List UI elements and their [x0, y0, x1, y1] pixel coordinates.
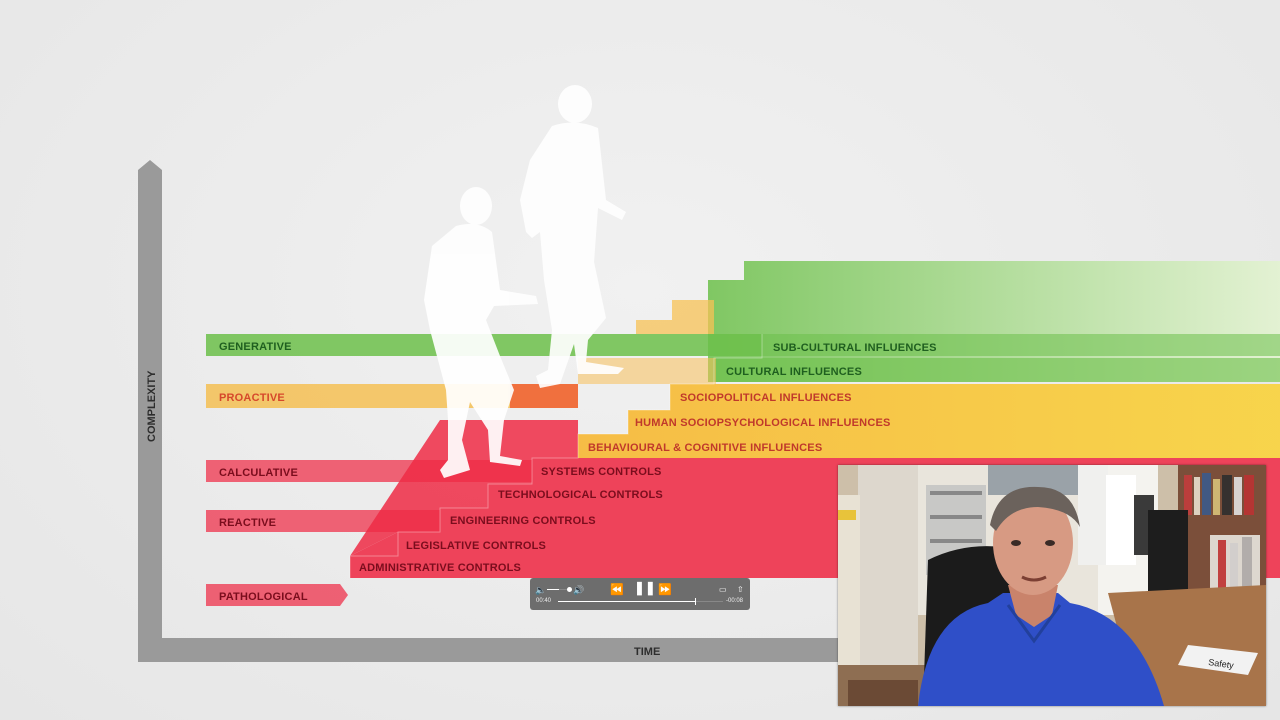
level-label-proactive: PROACTIVE: [219, 392, 285, 404]
step-label-legislative: LEGISLATIVE CONTROLS: [406, 540, 546, 552]
volume-slider-knob[interactable]: [567, 587, 572, 592]
webcam-scene: Safety: [838, 465, 1266, 706]
woman-head: [460, 187, 492, 225]
webcam-overlay: Safety: [838, 465, 1266, 706]
progress-playhead[interactable]: [694, 598, 696, 605]
orange-step: [510, 384, 578, 408]
elapsed-time: 00:40: [536, 598, 552, 604]
level-label-calculative: CALCULATIVE: [219, 467, 298, 479]
step-label-administrative: ADMINISTRATIVE CONTROLS: [359, 562, 521, 574]
airplay-icon[interactable]: ▭: [719, 584, 727, 596]
rewind-icon[interactable]: ⏪: [610, 584, 624, 596]
fast-forward-icon[interactable]: ⏩: [658, 584, 672, 596]
level-label-pathological: PATHOLOGICAL: [219, 591, 308, 603]
step-label-systems: SYSTEMS CONTROLS: [541, 466, 662, 478]
level-label-reactive: REACTIVE: [219, 517, 276, 529]
video-frame: COMPLEXITY TIME GENERATIVE PROACTIVE CAL…: [0, 0, 1280, 720]
x-axis-label: TIME: [634, 646, 660, 658]
y-axis-label: COMPLEXITY: [146, 370, 158, 442]
video-player-controls: 🔈 🔊 ⏪ ❚❚ ⏩ ▭ ⇧ 00:40 -00:08: [530, 578, 750, 610]
share-icon[interactable]: ⇧: [737, 584, 744, 596]
step-label-human-sociopsychological: HUMAN SOCIOPSYCHOLOGICAL INFLUENCES: [635, 417, 891, 429]
step-label-sub-cultural: SUB-CULTURAL INFLUENCES: [773, 342, 937, 354]
remaining-time: -00:08: [726, 598, 744, 604]
step-label-behavioural: BEHAVIOURAL & COGNITIVE INFLUENCES: [588, 442, 822, 454]
volume-slider-fill: [547, 589, 560, 590]
step-label-engineering: ENGINEERING CONTROLS: [450, 515, 596, 527]
step-label-sociopolitical: SOCIOPOLITICAL INFLUENCES: [680, 392, 852, 404]
man-head: [558, 85, 592, 123]
step-label-cultural: CULTURAL INFLUENCES: [726, 366, 862, 378]
volume-low-icon[interactable]: 🔈: [535, 584, 546, 596]
pause-icon[interactable]: ❚❚: [634, 581, 656, 594]
yellow-upper-steps: [636, 300, 714, 334]
level-label-generative: GENERATIVE: [219, 341, 292, 353]
step-label-technological: TECHNOLOGICAL CONTROLS: [498, 489, 663, 501]
volume-high-icon[interactable]: 🔊: [573, 584, 584, 596]
progress-fill: [558, 601, 695, 602]
